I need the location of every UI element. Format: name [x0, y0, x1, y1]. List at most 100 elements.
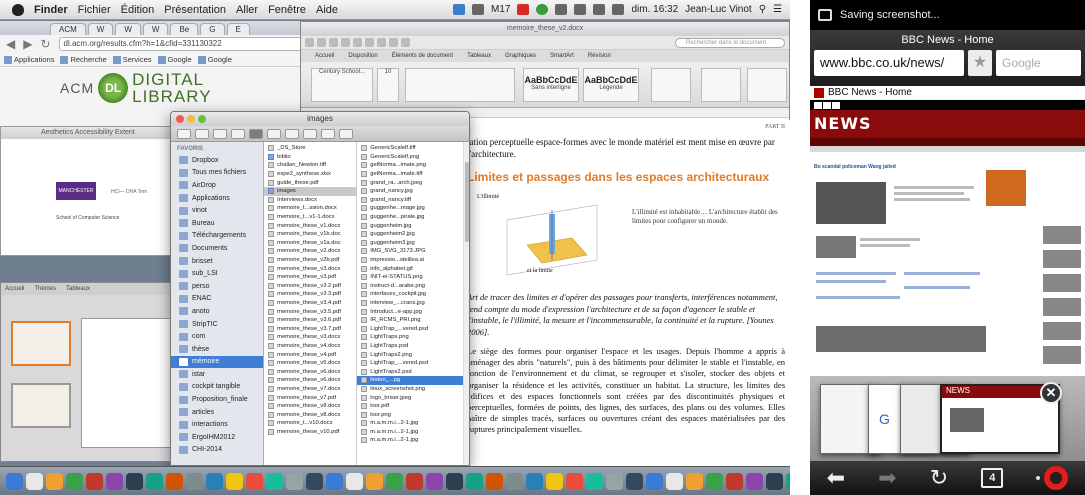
- file-row[interactable]: memoire_these_v3.2.pdf: [264, 282, 356, 291]
- bookmark-google[interactable]: Google: [157, 55, 192, 64]
- column-view-icon[interactable]: [249, 128, 263, 139]
- file-row[interactable]: images: [264, 186, 357, 196]
- sidebar-image[interactable]: [1043, 298, 1081, 316]
- dock-app-icon[interactable]: [246, 472, 263, 490]
- dock-app-icon[interactable]: [606, 472, 623, 490]
- file-row[interactable]: memoire_these_v3.pdf: [264, 273, 356, 282]
- sidebar-item[interactable]: Téléchargements: [171, 230, 263, 243]
- back-icon[interactable]: ◀: [6, 37, 15, 51]
- font-size-selector[interactable]: 10: [377, 68, 399, 102]
- coverflow-view-icon[interactable]: [267, 128, 281, 139]
- file-row[interactable]: GenericScalelf.tiff: [357, 144, 463, 153]
- finder-titlebar[interactable]: images: [171, 112, 469, 126]
- ribbon-tab-graphiques[interactable]: Graphiques: [505, 50, 536, 62]
- finder-scrollbar[interactable]: [463, 142, 469, 465]
- style-legende[interactable]: AaBbCcDdE Légende: [583, 68, 639, 102]
- dock-app-icon[interactable]: [426, 472, 443, 490]
- file-row[interactable]: getNorma...imate.png: [357, 161, 463, 170]
- sidebar-item[interactable]: mémoire: [171, 355, 264, 369]
- file-row[interactable]: LightTrap_...vered.psd: [357, 359, 463, 368]
- file-row[interactable]: memoire_t...v10.docx: [264, 419, 356, 428]
- sidebar-icon[interactable]: [401, 38, 410, 47]
- new-doc-icon[interactable]: [305, 38, 314, 47]
- file-row[interactable]: grand_nancy.jpg: [357, 187, 463, 196]
- menu-edition[interactable]: Édition: [121, 4, 155, 16]
- bbc-news-banner[interactable]: NEWS: [810, 110, 1085, 138]
- menu-finder[interactable]: Finder: [34, 4, 68, 16]
- action-gear-icon[interactable]: [303, 128, 317, 139]
- browser-tab[interactable]: W: [87, 23, 114, 35]
- menu-fichier[interactable]: Fichier: [78, 4, 111, 16]
- file-row[interactable]: loor.png: [357, 410, 463, 419]
- sidebar-image[interactable]: [1043, 226, 1081, 244]
- dock-app-icon[interactable]: [106, 472, 123, 490]
- browser-tab[interactable]: Be: [170, 23, 199, 35]
- file-row[interactable]: m.a.m.m.i...2-1.jpg: [357, 419, 463, 428]
- link-line[interactable]: [816, 280, 886, 283]
- file-row[interactable]: guggenheim3.jpg: [357, 239, 463, 248]
- file-row[interactable]: memoire_these_v3.3.pdf: [264, 290, 356, 299]
- dock-app-icon[interactable]: [506, 472, 523, 490]
- sidebar-item[interactable]: ErgoIHM2012: [171, 431, 263, 444]
- file-row[interactable]: grand_nancy.tiff: [357, 196, 463, 205]
- sidebar-image[interactable]: [1043, 322, 1081, 340]
- ribbon-tab-disposition[interactable]: Disposition: [348, 50, 377, 62]
- file-row[interactable]: memoire_these_v6.docx: [264, 367, 356, 376]
- dock-app-icon[interactable]: [326, 472, 343, 490]
- file-row[interactable]: memoire_these_v8.docx: [264, 402, 356, 411]
- bookmark-star-icon[interactable]: ★: [968, 50, 992, 76]
- forward-arrow-icon[interactable]: ➡: [878, 465, 896, 491]
- menu-fenetre[interactable]: Fenêtre: [268, 4, 306, 16]
- file-row[interactable]: memoire_these_v6.docx: [264, 376, 356, 385]
- dock-app-icon[interactable]: [126, 472, 143, 490]
- sidebar-item[interactable]: perso: [171, 280, 263, 293]
- file-row[interactable]: IMG_SVG_3173.JPG: [357, 247, 463, 256]
- browser-tab[interactable]: W: [115, 23, 141, 35]
- undo-icon[interactable]: [353, 38, 362, 47]
- file-row[interactable]: linux_screenshot.png: [357, 385, 463, 394]
- share-icon[interactable]: [321, 128, 335, 139]
- record-icon[interactable]: [517, 4, 530, 15]
- sync-icon[interactable]: [536, 4, 549, 15]
- file-row[interactable]: memoire_these_v3.6.pdf: [264, 316, 356, 325]
- sidebar-item[interactable]: istar: [171, 368, 263, 381]
- file-row[interactable]: memoire_these_v3.docx: [264, 333, 356, 342]
- dock-app-icon[interactable]: [486, 472, 503, 490]
- bookmark-services[interactable]: Services: [112, 55, 152, 64]
- reload-icon[interactable]: ↻: [930, 465, 948, 491]
- file-row[interactable]: interview_...crans.jpg: [357, 299, 463, 308]
- menu-aide[interactable]: Aide: [316, 4, 338, 16]
- bbc-sub-nav[interactable]: [810, 146, 1085, 152]
- back-arrow-icon[interactable]: ⬅: [827, 465, 845, 491]
- file-row[interactable]: memoire_these_v2.docx: [264, 247, 356, 256]
- file-row[interactable]: impressio...steillea.ai: [357, 256, 463, 265]
- browser-tab[interactable]: G: [200, 23, 225, 35]
- file-row[interactable]: memoire_these_v7.pdf: [264, 393, 356, 402]
- notifications-icon[interactable]: ☰: [773, 4, 782, 15]
- dock-app-icon[interactable]: [266, 472, 283, 490]
- sidebar-item[interactable]: AirDrop: [171, 179, 263, 192]
- file-row[interactable]: IR_RCMS_PRI.png: [357, 316, 463, 325]
- bookmark-applications[interactable]: Applications: [4, 55, 54, 64]
- icon-view-icon[interactable]: [213, 128, 227, 139]
- menubar-clock[interactable]: dim. 16:32: [631, 4, 678, 15]
- file-row[interactable]: memoire_these_v1a.doc: [264, 239, 356, 248]
- apple-icon[interactable]: [12, 3, 24, 16]
- dock-app-icon[interactable]: [746, 472, 763, 490]
- dock-app-icon[interactable]: [566, 472, 583, 490]
- dock-app-icon[interactable]: [206, 472, 223, 490]
- story-image[interactable]: [816, 236, 856, 258]
- dock-app-icon[interactable]: [626, 472, 643, 490]
- dock-app-icon[interactable]: [386, 472, 403, 490]
- file-row[interactable]: linden_...pg: [357, 376, 464, 385]
- paste-icon[interactable]: [377, 38, 386, 47]
- file-row[interactable]: m.a.m.m.i...2-1.jpg: [357, 428, 463, 437]
- ribbon-tab-revision[interactable]: Révision: [588, 50, 611, 62]
- dock-app-icon[interactable]: [46, 472, 63, 490]
- text-box-button[interactable]: [701, 68, 741, 102]
- sidebar-image[interactable]: [1043, 346, 1081, 364]
- font-selector[interactable]: Century School...: [311, 68, 373, 102]
- forward-icon[interactable]: [195, 128, 209, 139]
- sidebar-item[interactable]: Proposition_finale: [171, 393, 263, 406]
- tab-themes[interactable]: Thèmes: [34, 283, 56, 295]
